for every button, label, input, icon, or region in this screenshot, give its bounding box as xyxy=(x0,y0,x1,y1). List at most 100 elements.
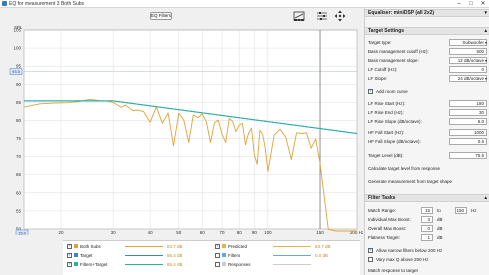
target-level-input[interactable]: 75.5 xyxy=(449,152,487,159)
bm-cutoff-input[interactable]: 500 xyxy=(449,48,487,55)
match-response-label: Match response to target xyxy=(368,268,418,273)
y-tick-label: 85 xyxy=(16,100,22,105)
target-type-label: Target type: xyxy=(368,40,392,45)
bm-slope-row: Bass management slope: 12 dB/octave xyxy=(368,57,487,64)
legend-item[interactable]: Both Subs 83.7 dB xyxy=(67,243,207,251)
calc-target-level-button[interactable]: Calculate target level from response xyxy=(368,165,487,172)
lf-rise-slope-input[interactable]: 6.0 xyxy=(449,118,487,125)
db-unit-label: dB xyxy=(437,217,443,222)
legend-value: 83.7 dB xyxy=(315,244,331,249)
legend-line-sample xyxy=(125,264,163,265)
legend-item[interactable]: Responses xyxy=(215,261,355,269)
indiv-max-boost-label: Individual Max Boost: xyxy=(368,217,411,222)
x-tick-label: 50 xyxy=(176,230,182,235)
bm-cutoff-label: Bass management cutoff (Hz): xyxy=(368,49,429,54)
overall-max-boost-label: Overall Max Boost: xyxy=(368,226,407,231)
chart-svg[interactable]: 10510095908580757065605550SPL93.51520304… xyxy=(0,24,363,235)
vary-q-checkbox[interactable] xyxy=(368,257,373,262)
x-tick-label: 70 xyxy=(220,230,226,235)
lf-rise-slope-row: LF Rise Slope (dB/octave): 6.0 xyxy=(368,118,487,125)
match-range-from-input[interactable]: 15 xyxy=(421,207,433,214)
legend-item[interactable]: Filters+Target 85.4 dB xyxy=(67,261,207,269)
vary-q-row[interactable]: Vary max Q above 200 Hz xyxy=(368,256,487,263)
legend-checkbox[interactable] xyxy=(215,253,220,258)
legend-checkbox[interactable] xyxy=(215,243,220,249)
legend-checkbox[interactable] xyxy=(67,243,72,249)
db-unit-label: dB xyxy=(437,226,443,231)
legend-value: 83.7 dB xyxy=(167,244,183,249)
add-room-curve-row[interactable]: Add room curve xyxy=(368,88,487,95)
chevron-up-icon[interactable]: ▴ xyxy=(484,28,487,35)
graph-type-icon[interactable] xyxy=(293,10,305,22)
target-settings-header[interactable]: Target Settings ▴ xyxy=(365,27,489,35)
hf-fall-start-input[interactable]: 1000 xyxy=(449,129,487,136)
legend-value: 85.4 dB xyxy=(167,253,183,258)
flatness-target-label: Flatness Target: xyxy=(368,235,400,240)
allow-narrow-label: Allow narrow filters below 200 Hz xyxy=(376,248,443,253)
y-tick-label: 80 xyxy=(16,118,22,123)
hf-fall-slope-input[interactable]: 0.5 xyxy=(449,138,487,145)
eq-filters-button[interactable]: EQ Filters xyxy=(150,12,172,20)
lf-rise-slope-label: LF Rise Slope (dB/octave): xyxy=(368,119,422,124)
hz-unit-label: Hz xyxy=(471,208,477,213)
x-tick-label: 20 xyxy=(58,230,64,235)
legend-item[interactable]: Filters 0.0 dB xyxy=(215,252,355,260)
legend-swatch xyxy=(222,262,226,266)
legend-line-sample xyxy=(273,264,311,265)
target-settings-title: Target Settings xyxy=(368,28,405,34)
x-tick-label: 60 xyxy=(200,230,206,235)
pan-move-icon[interactable] xyxy=(334,10,346,22)
indiv-max-boost-row: Individual Max Boost: 3 dB xyxy=(368,216,487,223)
legend-name: Responses xyxy=(228,262,251,267)
match-response-button[interactable]: Match response to target xyxy=(368,267,487,274)
minimize-button[interactable]: – xyxy=(453,0,465,8)
allow-narrow-row[interactable]: Allow narrow filters below 200 Hz xyxy=(368,247,487,254)
target-type-select[interactable]: Subwoofer xyxy=(449,39,487,46)
calc-target-level-label: Calculate target level from response xyxy=(368,166,441,171)
match-range-to-input[interactable]: 150 xyxy=(455,207,467,214)
chevron-up-icon[interactable]: ▴ xyxy=(484,195,487,202)
equaliser-header[interactable]: Equaliser: miniDSP (all 2x2) ▾ xyxy=(365,9,489,17)
legend-checkbox[interactable] xyxy=(215,262,220,267)
overall-max-boost-input[interactable]: 0 xyxy=(421,225,433,232)
x-tick-label: 80 xyxy=(237,230,243,235)
lf-rise-start-label: LF Rise Start (Hz): xyxy=(368,101,406,106)
legend-item[interactable]: Target 85.4 dB xyxy=(67,252,207,260)
add-room-curve-label: Add room curve xyxy=(376,89,408,94)
y-tick-label: 95 xyxy=(16,64,22,69)
close-button[interactable]: ✕ xyxy=(477,0,489,8)
legend-checkbox[interactable] xyxy=(67,261,72,267)
y-tick-label: 100 xyxy=(13,46,21,51)
indiv-max-boost-input[interactable]: 3 xyxy=(421,216,433,223)
settings-panel: Equaliser: miniDSP (all 2x2) ▾ Target Se… xyxy=(364,8,489,275)
bm-slope-select[interactable]: 12 dB/octave xyxy=(449,57,487,64)
lf-slope-row: LF Slope: 24 dB/octave xyxy=(368,75,487,82)
generate-measurement-button[interactable]: Generate measurement from target shape xyxy=(368,178,487,185)
lf-slope-label: LF Slope: xyxy=(368,76,388,81)
lf-rise-start-input[interactable]: 180 xyxy=(449,100,487,107)
controls-icon[interactable] xyxy=(316,10,328,22)
lf-slope-select[interactable]: 24 dB/octave xyxy=(449,75,487,82)
legend-item[interactable]: Predicted 83.7 dB xyxy=(215,243,355,251)
lf-cutoff-input[interactable]: 0 xyxy=(449,66,487,73)
lf-cutoff-label: LF Cutoff (Hz): xyxy=(368,67,398,72)
chevron-down-icon[interactable]: ▾ xyxy=(484,10,487,17)
legend-checkbox[interactable] xyxy=(67,252,72,258)
maximize-button[interactable]: □ xyxy=(465,0,477,8)
legend-line-sample xyxy=(273,246,311,247)
filter-tasks-header[interactable]: Filter Tasks ▴ xyxy=(365,194,489,202)
allow-narrow-checkbox[interactable] xyxy=(368,247,373,253)
frequency-response-plot[interactable]: 10510095908580757065605550SPL93.51520304… xyxy=(0,24,363,235)
legend-line-sample xyxy=(273,255,311,256)
y-cursor-label: 93.5 xyxy=(12,69,21,74)
flatness-target-input[interactable]: 1 xyxy=(421,234,433,241)
y-tick-label: 90 xyxy=(16,82,22,87)
x-tick-label: 90 xyxy=(252,230,258,235)
lf-rise-end-input[interactable]: 30 xyxy=(449,109,487,116)
add-room-curve-checkbox[interactable] xyxy=(368,88,373,94)
legend-name: Filters+Target xyxy=(80,262,108,267)
lf-rise-end-row: LF Rise End (Hz): 30 xyxy=(368,109,487,116)
hf-fall-slope-row: HF Fall Slope (dB/octave): 0.5 xyxy=(368,138,487,145)
y-tick-label: 60 xyxy=(16,190,22,195)
legend-name: Filters xyxy=(228,253,241,258)
